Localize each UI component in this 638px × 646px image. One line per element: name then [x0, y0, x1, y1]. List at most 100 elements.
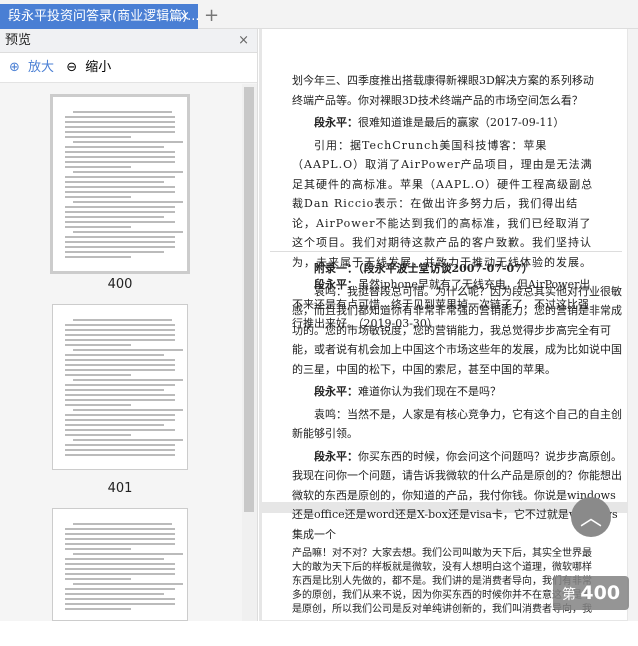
document-scrollbar[interactable]: [628, 29, 638, 621]
thumbnail-text-line: [65, 256, 131, 258]
paragraph: 段永平：很难知道谁是最后的赢家（2017-09-11）: [292, 113, 597, 133]
thumbnail-text-line: [73, 111, 172, 113]
page-thumbnail-402[interactable]: [52, 508, 188, 621]
thumbnail-text-line: [65, 324, 175, 326]
zoom-in-icon: ⊕: [9, 60, 20, 75]
thumbnail-text-line: [65, 399, 175, 401]
page-thumbnail-401[interactable]: [52, 304, 188, 470]
thumbnail-text-line: [65, 414, 175, 416]
thumbnail-text-line: [65, 593, 164, 595]
page-thumbnail-400[interactable]: [50, 94, 190, 274]
zoom-out-label: 缩小: [85, 60, 112, 75]
paragraph: 段永平：难道你认为我们现在不是吗？: [292, 382, 622, 402]
thumbnail-text-line: [65, 538, 175, 540]
thumbnail-text-line: [65, 329, 175, 331]
thumbnail-list: 400 401: [0, 84, 242, 621]
thumbnail-text-line: [65, 369, 175, 371]
page-prefix: 第: [561, 587, 576, 603]
speaker: 段永平：: [314, 449, 358, 463]
thumbnail-text-line: [65, 181, 164, 183]
thumbnail-text-line: [65, 131, 175, 133]
new-tab-button[interactable]: +: [204, 4, 219, 28]
thumbnail-text-line: [65, 384, 175, 386]
thumbnail-text-line: [73, 319, 172, 321]
zoom-in-button[interactable]: ⊕ 放大: [9, 60, 58, 75]
preview-header: 预览 ×: [0, 29, 257, 53]
thumbnail-text-line: [65, 146, 164, 148]
paragraph: 段永平：你买东西的时候，你会问这个问题吗？说步步高原创。我现在问你一个问题，请告…: [292, 447, 622, 545]
thumbnail-text-line: [73, 201, 183, 203]
paragraph-text: 难道你认为我们现在不是吗？: [358, 385, 501, 398]
scroll-to-top-button[interactable]: ︿: [571, 497, 611, 537]
thumbnail-text-line: [65, 251, 164, 253]
thumbnail-text-line: [73, 141, 183, 143]
thumbnail-text-line: [65, 533, 175, 535]
thumbnail-text-line: [65, 221, 175, 223]
thumbnail-text-line: [65, 374, 131, 376]
thumbnail-text-line: [65, 394, 175, 396]
thumbnail-text-line: [65, 404, 131, 406]
thumbnail-scrollbar-thumb[interactable]: [244, 87, 254, 512]
thumbnail-text-line: [73, 523, 172, 525]
thumbnail-text-line: [65, 241, 175, 243]
thumbnail-text-line: [65, 444, 175, 446]
thumbnail-text-line: [73, 349, 183, 351]
page-indicator: 第 400 页: [553, 576, 629, 637]
thumbnail-text-line: [65, 136, 131, 138]
thumbnail-text-line: [65, 548, 131, 550]
thumbnail-text-line: [65, 419, 175, 421]
tab-title: 段永平投资问答录(商业逻辑篇)...: [8, 9, 198, 24]
thumbnail-text-line: [73, 409, 183, 411]
speaker: 段永平：: [314, 116, 358, 129]
thumbnail-text-line: [73, 583, 183, 585]
thumbnail-text-line: [65, 449, 175, 451]
thumbnail-text-line: [65, 543, 175, 545]
thumbnail-text-line: [65, 603, 175, 605]
close-tab-icon[interactable]: ×: [179, 4, 190, 29]
zoom-out-button[interactable]: ⊖ 缩小: [66, 60, 115, 75]
document-tab[interactable]: 段永平投资问答录(商业逻辑篇)... ×: [0, 4, 198, 29]
thumbnail-text-line: [65, 211, 175, 213]
thumbnail-text-line: [65, 166, 131, 168]
close-preview-icon[interactable]: ×: [238, 29, 249, 53]
page-number-label: 401: [107, 481, 133, 496]
thumbnail-text-line: [73, 231, 183, 233]
appendix-heading: 附录一：（段永平波士堂访谈2007-07-07）: [314, 262, 533, 275]
thumbnail-text-line: [65, 186, 175, 188]
thumbnail-text-line: [65, 151, 175, 153]
paragraph-text: 很难知道谁是最后的赢家（2017-09-11）: [358, 116, 565, 129]
thumbnail-text-line: [65, 191, 175, 193]
thumbnail-text-line: [65, 246, 175, 248]
thumbnail-text-line: [65, 588, 175, 590]
thumbnail-text-line: [65, 528, 175, 530]
thumbnail-text-line: [65, 578, 131, 580]
paragraph: 划今年三、四季度推出搭载康得新裸眼3D解决方案的系列移动终端产品等。你对裸眼3D…: [292, 74, 594, 107]
thumbnail-text-line: [65, 364, 175, 366]
thumbnail-text-line: [65, 116, 175, 118]
page-suffix: 页: [584, 621, 598, 637]
thumbnail-text-line: [73, 439, 183, 441]
paragraph: 袁鸣：我挺替段总可惜。为什么呢？因为段总其实他对行业很敏感，而且我们都知道你有非…: [292, 284, 622, 376]
thumbnail-text-line: [65, 608, 131, 610]
thumbnail-text-line: [65, 573, 175, 575]
appendix-section: 附录一：（段永平波士堂访谈2007-07-07） 袁鸣：我挺替段总可惜。为什么呢…: [292, 259, 622, 547]
thumbnail-text-line: [65, 176, 175, 178]
page-number-label: 400: [107, 277, 133, 292]
thumbnail-text-line: [65, 454, 175, 456]
paragraph: 袁鸣：当然不是，人家是有核心竞争力，它有这个自己的自主创新能够引领。: [292, 407, 622, 441]
preview-toolbar: ⊕ 放大 ⊖ 缩小: [0, 53, 257, 83]
chevron-up-icon: ︿: [579, 506, 602, 531]
thumbnail-text-line: [65, 121, 175, 123]
thumbnail-text-line: [65, 216, 164, 218]
thumbnail-text-line: [65, 598, 175, 600]
thumbnail-text-line: [65, 354, 164, 356]
speaker: 段永平：: [314, 385, 358, 398]
thumbnail-text-line: [65, 339, 175, 341]
thumbnail-text-line: [65, 563, 175, 565]
thumbnail-text-line: [65, 389, 164, 391]
thumbnail-text-line: [65, 161, 175, 163]
current-page-number: 400: [580, 582, 621, 604]
thumbnail-text-line: [65, 558, 164, 560]
thumbnail-text-line: [65, 226, 131, 228]
thumbnail-text-line: [73, 171, 183, 173]
